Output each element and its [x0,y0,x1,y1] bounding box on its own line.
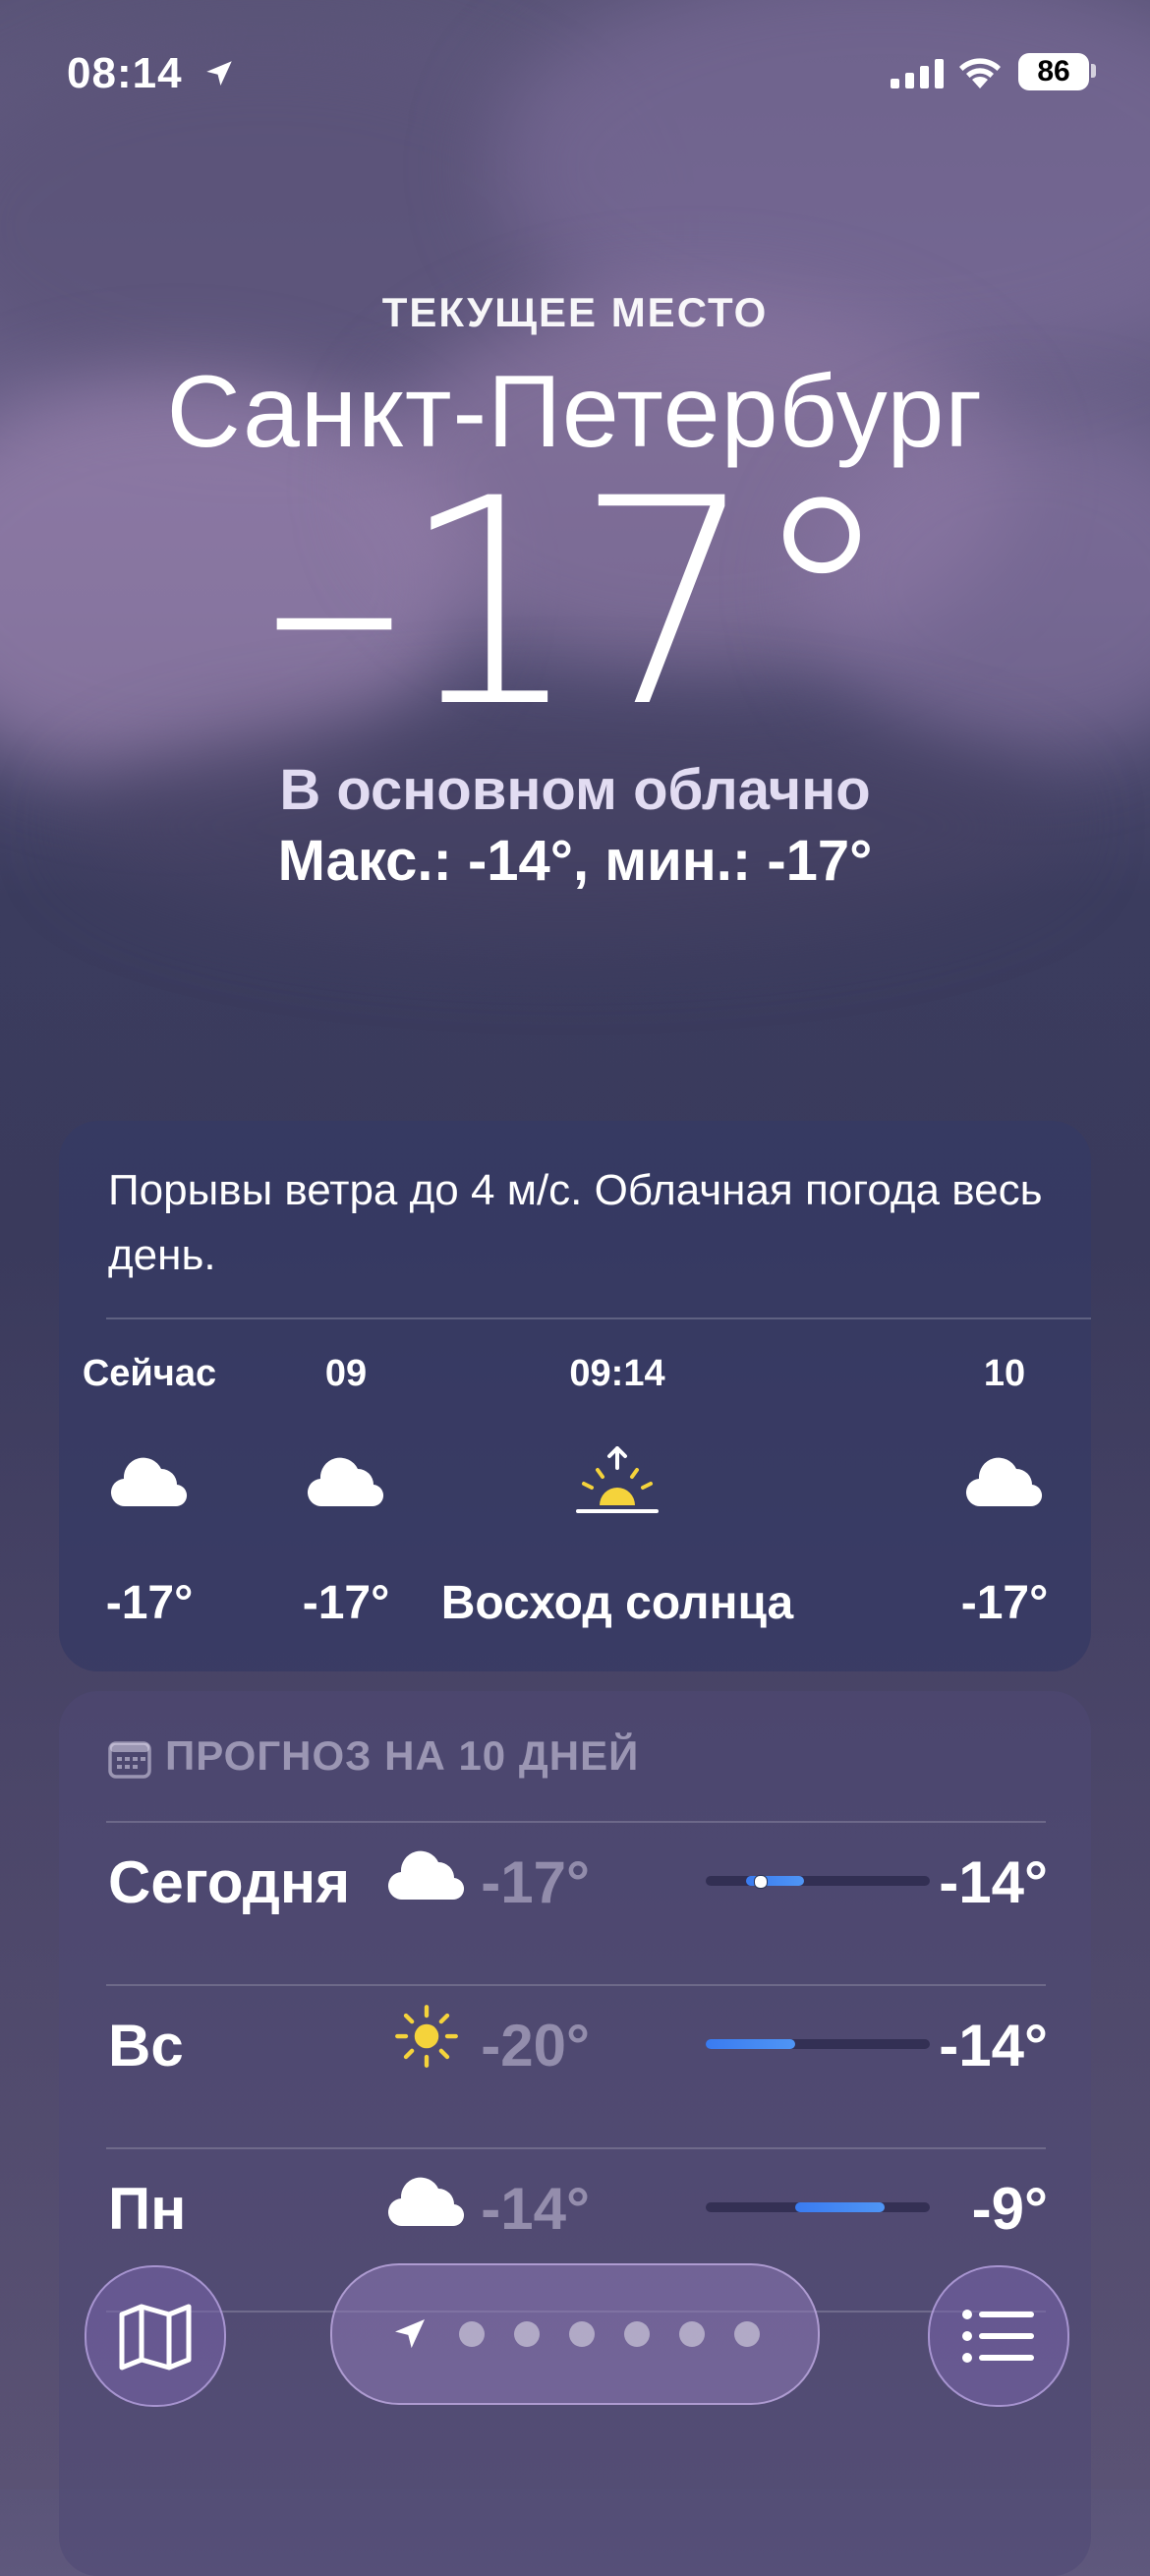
hour-label: Сейчас [82,1353,217,1394]
page-dot[interactable] [569,2321,595,2347]
ten-day-title: ПРОГНОЗ НА 10 ДНЕЙ [165,1732,640,1779]
location-list-button[interactable] [928,2265,1069,2407]
day-name: Сегодня [108,1849,351,1915]
high-low-temperature: Макс.: -14°, мин.: -17° [277,829,873,893]
hour-label: 09 [324,1353,368,1394]
page-dot[interactable] [459,2321,485,2347]
divider [106,1821,1046,1823]
day-row[interactable]: Пн -14° -9° [108,2151,1048,2259]
sunrise-icon [576,1446,659,1513]
hour-temperature: -17° [960,1577,1049,1629]
cloud-icon [110,1457,188,1507]
wifi-icon [959,58,1001,88]
day-low: -14° [481,2176,590,2242]
page-dot[interactable] [514,2321,540,2347]
day-row[interactable]: Сегодня -17° -14° [108,1825,1048,1933]
temperature-range-fill [795,2202,886,2212]
status-bar: 08:14 86 [0,49,1150,108]
cloud-icon [307,1457,384,1507]
current-temperature: –17° [262,439,892,770]
cellular-signal-icon [891,59,944,88]
hour-temperature: -17° [105,1577,194,1629]
day-row[interactable]: Вс -20° -14° [108,1988,1048,2096]
hourly-item: 09:14 Восход солнца [431,1353,804,1630]
status-time: 08:14 [67,49,183,97]
page-dot[interactable] [679,2321,705,2347]
day-high: -14° [939,1849,1048,1915]
divider [106,1317,1091,1319]
temperature-range-fill [706,2039,796,2049]
cloud-icon [965,1457,1043,1507]
day-low: -20° [481,2013,590,2078]
current-temperature-dot [753,1875,768,1889]
divider [106,1984,1046,1986]
current-location-label: ТЕКУЩЕЕ МЕСТО [381,289,769,335]
hourly-item: Сейчас -17° [79,1353,220,1630]
day-high: -14° [939,2013,1048,2078]
weather-condition: В основном облачно [279,758,871,822]
forecast-summary: Порывы ветра до 4 м/с. Облачная погода в… [108,1166,1043,1279]
hourly-forecast-card[interactable]: Порывы ветра до 4 м/с. Облачная погода в… [59,1121,1091,1671]
day-name: Пн [108,2176,187,2242]
calendar-icon [108,1741,151,1779]
temperature-range-bar [706,2039,930,2049]
battery-indicator: 86 [1018,53,1089,90]
page-dot[interactable] [734,2321,760,2347]
ten-day-header: ПРОГНОЗ НА 10 ДНЕЙ [108,1732,639,1780]
day-low: -17° [481,1849,590,1915]
divider [106,2147,1046,2149]
hour-event: Восход солнца [440,1577,794,1629]
current-location-arrow-icon[interactable] [390,2314,430,2354]
temperature-range-bar [706,1875,930,1889]
map-button[interactable] [85,2265,226,2407]
ten-day-forecast-card[interactable]: ПРОГНОЗ НА 10 ДНЕЙ Сегодня -17° -14° Вс … [59,1691,1091,2576]
location-arrow-icon [206,61,232,87]
hourly-item: 09 -17° [295,1353,397,1630]
day-name: Вс [108,2013,184,2078]
hour-temperature: -17° [302,1577,390,1629]
day-high: -9° [971,2176,1048,2242]
hour-label: 09:14 [569,1353,665,1394]
location-pager[interactable] [330,2263,820,2405]
battery-tip [1091,64,1096,78]
page-dot[interactable] [624,2321,650,2347]
temperature-range-bar [706,2202,930,2212]
list-icon [962,2310,1034,2363]
hour-label: 10 [983,1353,1026,1394]
hourly-item: 10 -17° [944,1353,1065,1630]
map-icon [119,2304,192,2371]
